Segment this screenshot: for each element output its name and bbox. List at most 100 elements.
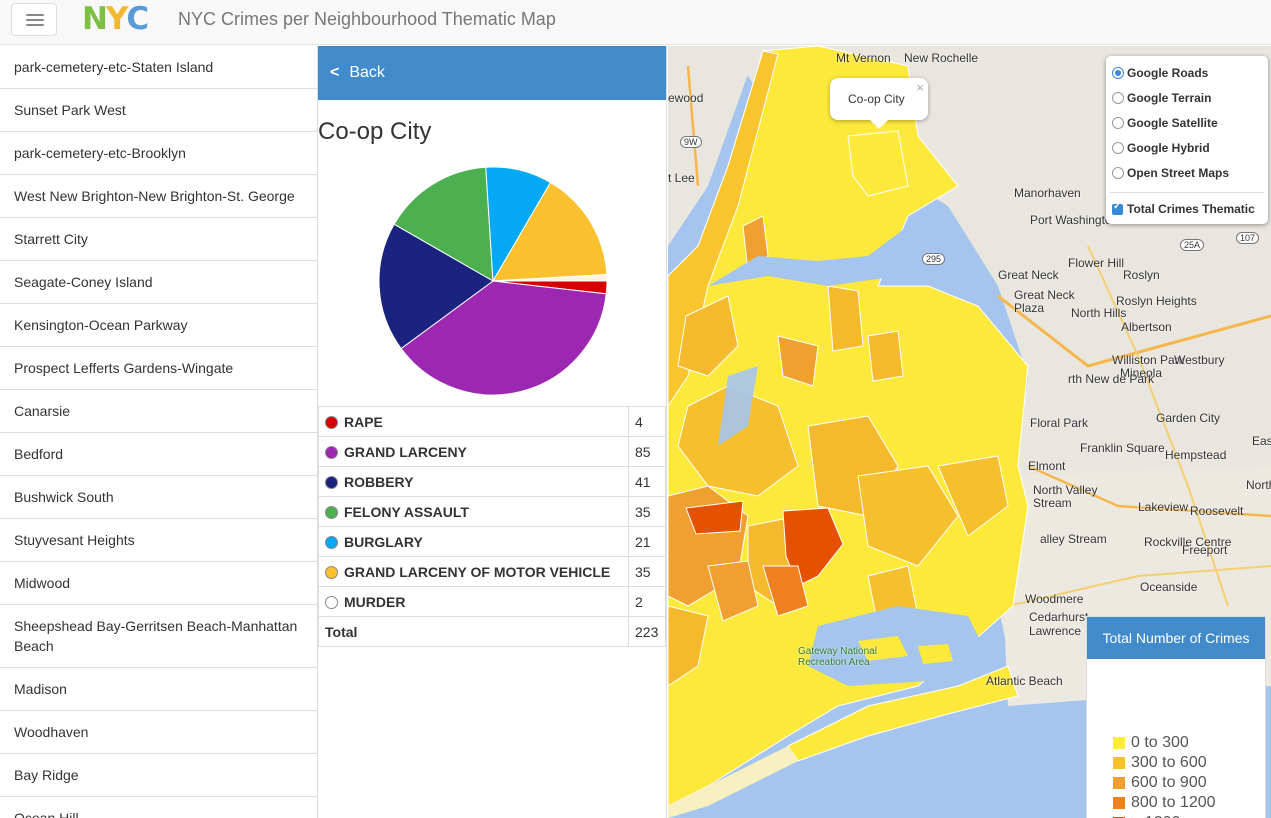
neighbourhood-list: park-cemetery-etc-Staten Island Sunset Pa… [0, 46, 317, 818]
legend-item: 600 to 900 [1113, 774, 1207, 792]
close-icon[interactable]: × [916, 80, 924, 95]
crime-name: GRAND LARCENY OF MOTOR VEHICLE [344, 563, 611, 580]
list-item[interactable]: Woodhaven [0, 711, 317, 754]
total-row: Total 223 [318, 616, 666, 647]
legend-dot-icon [325, 415, 338, 429]
layer-label: Google Hybrid [1127, 141, 1210, 155]
map-place-label: Roslyn Heights [1116, 294, 1197, 308]
map-place-label: Elmont [1028, 459, 1066, 473]
legend-label: > 1200 [1131, 814, 1180, 818]
hamburger-icon [26, 14, 44, 16]
layer-option-open-street-maps[interactable]: Open Street Maps [1112, 166, 1229, 180]
map-place-label: Oceanside [1140, 580, 1198, 594]
menu-toggle-button[interactable] [11, 3, 57, 36]
total-value: 223 [628, 616, 666, 647]
checkbox-checked-icon[interactable] [1112, 201, 1123, 215]
legend-title: Total Number of Crimes [1087, 617, 1265, 659]
list-item[interactable]: West New Brighton-New Brighton-St. Georg… [0, 175, 317, 218]
map-place-label: Woodmere [1025, 592, 1084, 606]
map-place-label: New Rochelle [904, 51, 979, 65]
map-place-label: East M [1252, 434, 1271, 448]
map-place-label: Westbury [1174, 353, 1225, 367]
route-shield-icon: 107 [1236, 232, 1260, 244]
map-place-label: Garden City [1156, 411, 1221, 425]
list-item[interactable]: Starrett City [0, 218, 317, 261]
layer-label: Google Terrain [1127, 91, 1212, 105]
crime-row: GRAND LARCENY OF MOTOR VEHICLE 35 [318, 556, 666, 587]
map-place-label: Flower Hill [1068, 256, 1125, 270]
crime-row: BURGLARY 21 [318, 526, 666, 557]
map-place-label: t Lee [668, 171, 695, 185]
layer-option-google-terrain[interactable]: Google Terrain [1112, 91, 1211, 105]
crime-count: 21 [628, 526, 666, 557]
layer-divider [1110, 192, 1264, 193]
overlay-label: Total Crimes Thematic [1127, 202, 1255, 216]
list-item[interactable]: Sheepshead Bay-Gerritsen Beach-Manhattan… [0, 605, 317, 668]
radio-icon[interactable] [1112, 167, 1124, 179]
legend-swatch [1113, 797, 1125, 809]
map-place-label: Mt Vernon [836, 51, 891, 65]
crime-row: GRAND LARCENY 85 [318, 436, 666, 467]
map-place-label: Gateway National Recreation Area [798, 646, 877, 668]
layer-label: Open Street Maps [1127, 166, 1230, 180]
list-item[interactable]: park-cemetery-etc-Staten Island [0, 46, 317, 89]
list-item[interactable]: Prospect Lefferts Gardens-Wingate [0, 347, 317, 390]
map-place-label: Atlantic Beach [986, 674, 1063, 688]
legend-item: 0 to 300 [1113, 734, 1189, 752]
total-label: Total [318, 616, 629, 647]
map-canvas[interactable]: Mt Vernon New Rochelle ewood t Lee Manorhave… [668, 46, 1271, 818]
crime-name: BURGLARY [344, 533, 423, 550]
crime-count: 41 [628, 466, 666, 497]
app-title: NYC Crimes per Neighbourhood Thematic Ma… [178, 9, 556, 29]
radio-icon[interactable] [1112, 92, 1124, 104]
map-place-label: alley Stream [1040, 532, 1107, 546]
list-item[interactable]: Midwood [0, 562, 317, 605]
list-item[interactable]: Bay Ridge [0, 754, 317, 797]
layer-option-google-satellite[interactable]: Google Satellite [1112, 116, 1218, 130]
back-label: Back [349, 64, 385, 81]
map-legend: Total Number of Crimes 0 to 300 300 to 60… [1086, 616, 1266, 818]
back-button[interactable]: < Back [318, 46, 666, 100]
legend-dot-icon [325, 565, 338, 579]
list-item[interactable]: Bedford [0, 433, 317, 476]
list-item[interactable]: Canarsie [0, 390, 317, 433]
radio-icon[interactable] [1112, 117, 1124, 129]
list-item[interactable]: Sunset Park West [0, 89, 317, 132]
legend-label: 600 to 900 [1131, 774, 1207, 791]
map-place-label: Cedarhurst [1029, 610, 1089, 624]
list-item[interactable]: Madison [0, 668, 317, 711]
crime-count: 85 [628, 436, 666, 467]
legend-label: 300 to 600 [1131, 754, 1207, 771]
route-shield-icon: 9W [680, 136, 702, 148]
crime-count: 35 [628, 556, 666, 587]
map-place-label: Great Neck [998, 268, 1059, 282]
map-popup: Co-op City × [830, 78, 928, 129]
list-item[interactable]: Kensington-Ocean Parkway [0, 304, 317, 347]
overlay-total-crimes-thematic[interactable]: Total Crimes Thematic [1112, 201, 1255, 216]
crime-row: FELONY ASSAULT 35 [318, 496, 666, 527]
radio-selected-icon[interactable] [1112, 67, 1124, 79]
list-item[interactable]: Ocean Hill [0, 797, 317, 818]
legend-dot-icon [325, 445, 338, 459]
layer-label: Google Satellite [1127, 116, 1218, 130]
legend-item: 800 to 1200 [1113, 794, 1216, 812]
map-place-label: Roosevelt [1190, 504, 1244, 518]
map-place-label: North Hills [1071, 306, 1127, 320]
legend-dot-icon [325, 505, 338, 519]
legend-dot-icon [325, 535, 338, 549]
list-item[interactable]: park-cemetery-etc-Brooklyn [0, 132, 317, 175]
layer-option-google-roads[interactable]: Google Roads [1112, 66, 1208, 80]
radio-icon[interactable] [1112, 142, 1124, 154]
list-item[interactable]: Stuyvesant Heights [0, 519, 317, 562]
map-place-label: North M [1246, 478, 1271, 492]
list-item[interactable]: Bushwick South [0, 476, 317, 519]
list-item[interactable]: Seagate-Coney Island [0, 261, 317, 304]
legend-swatch [1113, 757, 1125, 769]
map-place-label: ewood [668, 91, 704, 105]
popup-text: Co-op City [848, 92, 905, 106]
crime-name: RAPE [344, 413, 383, 430]
layer-option-google-hybrid[interactable]: Google Hybrid [1112, 141, 1210, 155]
map-place-label: Floral Park [1030, 416, 1089, 430]
map-place-label: Roslyn [1123, 268, 1160, 282]
map-place-label: Manorhaven [1014, 186, 1081, 200]
